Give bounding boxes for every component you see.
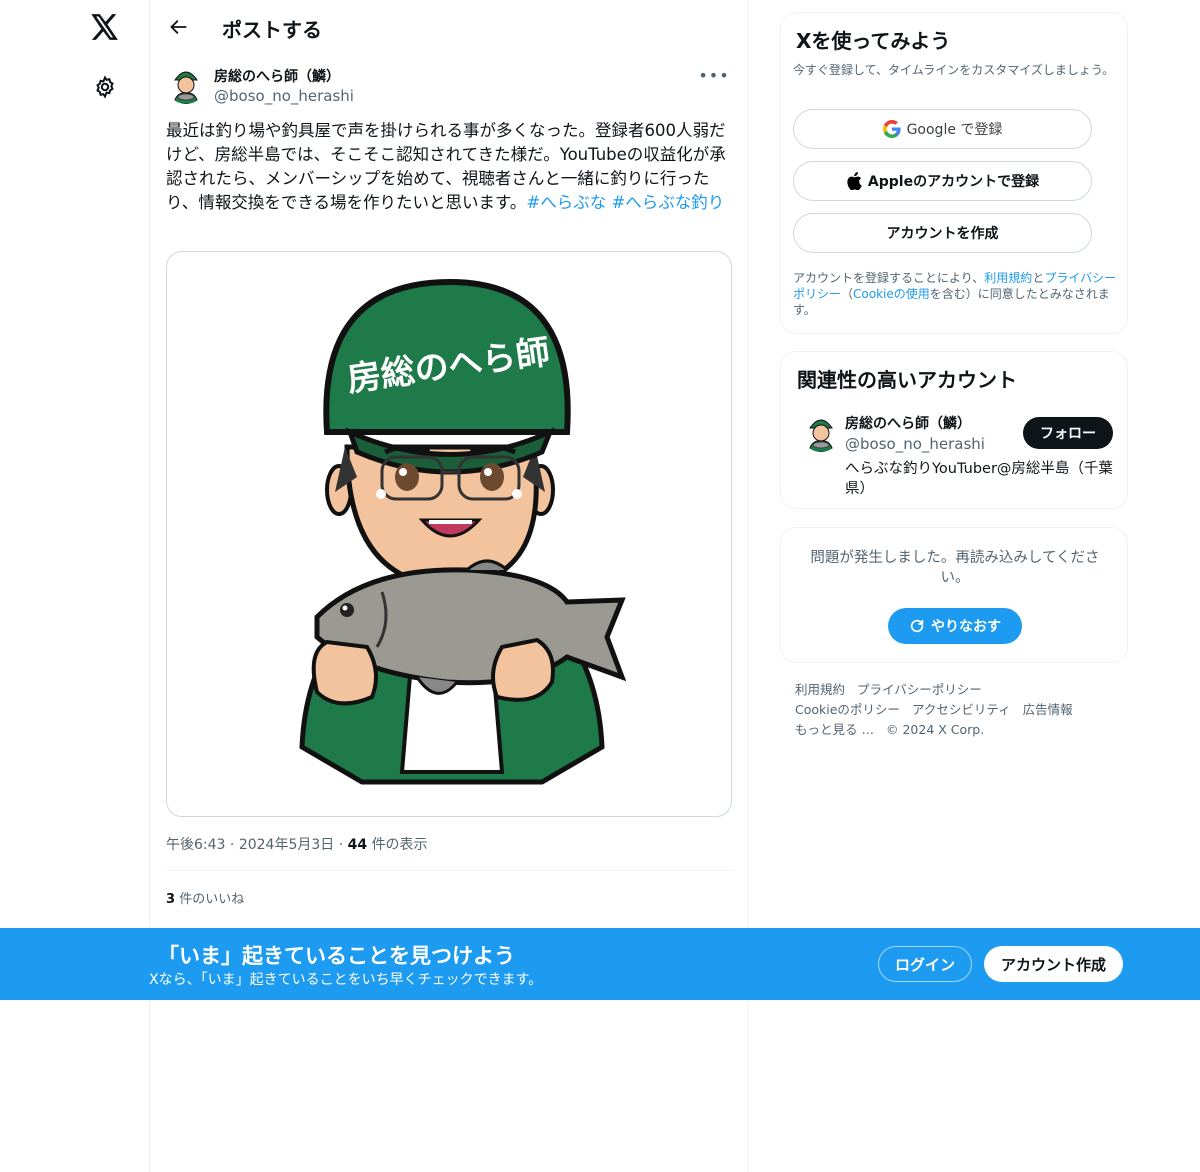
signup-banner: 「いま」起きていることを見つけよう Xなら、「いま」起きていることをいち早くチェ… xyxy=(0,928,1200,1000)
avatar[interactable] xyxy=(801,412,841,452)
legal-text-part: （ xyxy=(841,287,854,301)
footer-cookie-link[interactable]: Cookieのポリシー xyxy=(795,700,900,720)
x-logo-icon[interactable] xyxy=(82,4,128,50)
post-date[interactable]: 2024年5月3日 xyxy=(239,837,334,853)
legal-text-part: と xyxy=(1032,271,1045,285)
author-handle[interactable]: @boso_no_herashi xyxy=(214,87,354,105)
post-meta: 午後6:43 · 2024年5月3日 · 44 件の表示 xyxy=(166,837,428,853)
back-arrow-icon[interactable] xyxy=(162,10,196,44)
related-handle[interactable]: @boso_no_herashi xyxy=(845,435,985,453)
divider xyxy=(166,870,734,871)
post-image[interactable]: 房総のへら師 xyxy=(166,251,732,817)
footer-accessibility-link[interactable]: アクセシビリティ xyxy=(912,700,1011,720)
page-title: ポストする xyxy=(222,18,322,42)
banner-title: 「いま」起きていることを見つけよう xyxy=(158,944,515,968)
apple-signup-button[interactable]: Appleのアカウントで登録 xyxy=(793,161,1092,201)
signup-title: Xを使ってみよう xyxy=(796,29,951,53)
footer-privacy-link[interactable]: プライバシーポリシー xyxy=(857,680,982,700)
login-button[interactable]: ログイン xyxy=(878,946,972,982)
follow-button[interactable]: フォロー xyxy=(1023,417,1113,449)
related-accounts-card: 関連性の高いアカウント 房総のへら師（鱗） @boso_no_herashi フ… xyxy=(780,351,1128,509)
post-text: 最近は釣り場や釣具屋で声を掛けられる事が多くなった。登録者600人弱だけど、房総… xyxy=(166,119,734,215)
banner-subtitle: Xなら、「いま」起きていることをいち早くチェックできます。 xyxy=(149,972,543,988)
error-message: 問題が発生しました。再読み込みしてください。 xyxy=(810,550,1100,586)
post-author: 房総のへら師（鱗） @boso_no_herashi ••• xyxy=(166,62,734,110)
post-time[interactable]: 午後6:43 xyxy=(166,837,225,853)
footer-links: 利用規約 プライバシーポリシー Cookieのポリシー アクセシビリティ 広告情報 も… xyxy=(795,680,1125,740)
likes-stat[interactable]: 3 件のいいね xyxy=(166,888,244,907)
legal-text: アカウントを登録することにより、利用規約とプライバシーポリシー（Cookieの使… xyxy=(793,270,1118,318)
related-bio: へらぶな釣りYouTuber@房総半島（千葉県） xyxy=(845,461,1113,497)
footer-more-link[interactable]: もっと見る … xyxy=(795,720,874,740)
retry-label: やりなおす xyxy=(931,619,1001,635)
related-name[interactable]: 房総のへら師（鱗） xyxy=(845,413,971,433)
apple-icon xyxy=(847,172,862,190)
signup-subtitle: 今すぐ登録して、タイムラインをカスタマイズしましょう。 xyxy=(793,63,1115,77)
more-options-icon[interactable]: ••• xyxy=(698,64,728,86)
hashtag-link[interactable]: #へらぶな釣り xyxy=(611,193,724,212)
google-icon xyxy=(882,120,901,138)
related-title: 関連性の高いアカウント xyxy=(797,368,1017,392)
gear-icon[interactable] xyxy=(82,64,128,110)
create-account-label: アカウントを作成 xyxy=(886,226,999,242)
footer-terms-link[interactable]: 利用規約 xyxy=(795,680,845,700)
signup-button[interactable]: アカウント作成 xyxy=(984,946,1123,982)
signup-card: Xを使ってみよう 今すぐ登録して、タイムラインをカスタマイズしましょう。 Goo… xyxy=(780,12,1128,334)
views-count: 44 xyxy=(347,837,368,853)
likes-label: 件のいいね xyxy=(179,892,245,907)
likes-count: 3 xyxy=(166,892,176,907)
terms-link[interactable]: 利用規約 xyxy=(984,271,1032,285)
google-signup-button[interactable]: Google で登録 xyxy=(793,109,1092,149)
apple-signup-label: Appleのアカウントで登録 xyxy=(867,174,1040,190)
copyright: © 2024 X Corp. xyxy=(885,722,985,737)
author-name[interactable]: 房総のへら師（鱗） xyxy=(214,66,340,86)
footer-ads-link[interactable]: 広告情報 xyxy=(1023,700,1073,720)
create-account-button[interactable]: アカウントを作成 xyxy=(793,213,1092,253)
google-signup-label: Google で登録 xyxy=(906,122,1003,138)
views-label: 件の表示 xyxy=(371,837,428,853)
retry-button[interactable]: やりなおす xyxy=(888,608,1022,644)
hashtag-link[interactable]: #へらぶな xyxy=(526,193,606,212)
page-header: ポストする xyxy=(150,0,749,54)
cookie-link[interactable]: Cookieの使用 xyxy=(853,287,930,301)
error-card: 問題が発生しました。再読み込みしてください。 やりなおす xyxy=(780,527,1128,663)
legal-text-part: アカウントを登録することにより、 xyxy=(793,271,985,285)
avatar[interactable] xyxy=(166,64,206,104)
refresh-icon xyxy=(910,619,924,633)
